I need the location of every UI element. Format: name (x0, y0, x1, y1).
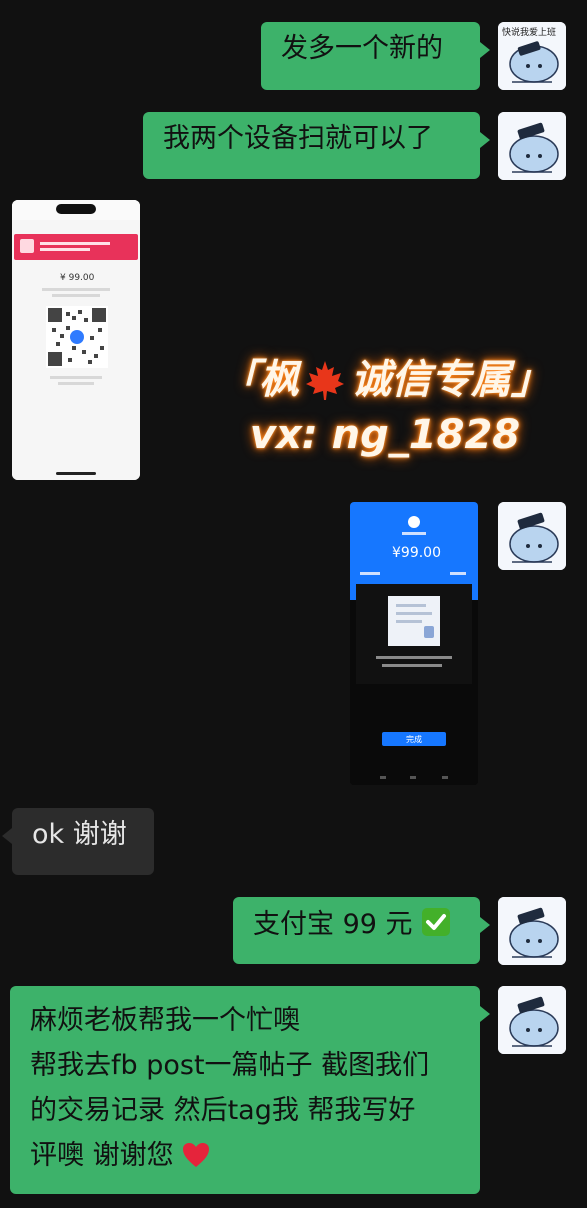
avatar[interactable]: 快说我爱上班 (498, 22, 566, 90)
avatar-caption: 快说我爱上班 (502, 26, 556, 38)
payment-receipt-screenshot-icon: ¥99.00 完成 (350, 502, 478, 785)
message-text: 支付宝 99 元 (253, 909, 413, 940)
message-bubble-outgoing[interactable]: 支付宝 99 元 (233, 897, 490, 964)
message-text-line: 帮我去fb post一篇帖子 截图我们 (30, 1050, 430, 1081)
message-text-line: 麻烦老板帮我一个忙噢 (30, 1005, 300, 1036)
avatar-sticker-icon: 快说我爱上班 (498, 22, 566, 90)
heart-icon (183, 1143, 210, 1167)
payment-qr-screenshot-icon: ¥ 99.00 (12, 200, 140, 480)
avatar-sticker-icon (498, 502, 566, 570)
message-text: ok 谢谢 (32, 819, 127, 850)
avatar[interactable] (498, 986, 566, 1054)
avatar-sticker-icon (498, 986, 566, 1054)
message-bubble-outgoing[interactable]: 我两个设备扫就可以了 (143, 112, 490, 179)
message-text: 发多一个新的 (281, 33, 443, 64)
message-text: 我两个设备扫就可以了 (163, 123, 433, 154)
message-bubble-incoming[interactable]: ok 谢谢 (2, 808, 154, 875)
avatar[interactable] (498, 112, 566, 180)
watermark-contact: vx: ng_1828 (249, 412, 521, 458)
message-text: 评噢 谢谢您 (30, 1140, 174, 1171)
message-text-line: 的交易记录 然后tag我 帮我写好 (30, 1095, 416, 1126)
dark-shot-amount: ¥99.00 (392, 545, 441, 561)
message-bubble-outgoing[interactable]: 发多一个新的 (261, 22, 490, 90)
dark-shot-done-button: 完成 (406, 734, 422, 744)
message-bubble-outgoing[interactable]: 麻烦老板帮我一个忙噢 帮我去fb post一篇帖子 截图我们 的交易记录 然后t… (10, 986, 490, 1194)
avatar[interactable] (498, 897, 566, 965)
check-mark-icon (422, 908, 451, 936)
incoming-image-payment-qr[interactable]: ¥ 99.00 (12, 200, 140, 480)
maple-leaf-icon (306, 361, 344, 400)
chat-window: 发多一个新的 快说我爱上班 我两个设备扫就可以了 ¥ 99.00 「枫 诚信专属… (0, 0, 587, 1208)
avatar[interactable] (498, 502, 566, 570)
watermark-overlay: 「枫 诚信专属」 vx: ng_1828 (200, 352, 570, 462)
light-shot-amount: ¥ 99.00 (60, 273, 95, 283)
message-text-line: 评噢 谢谢您 (30, 1133, 460, 1178)
avatar-sticker-icon (498, 112, 566, 180)
outgoing-image-payment-receipt[interactable]: ¥99.00 完成 (350, 502, 478, 785)
avatar-sticker-icon (498, 897, 566, 965)
watermark-line1-open: 「枫 (219, 357, 299, 403)
watermark-line1-close: 诚信专属」 (351, 357, 551, 403)
